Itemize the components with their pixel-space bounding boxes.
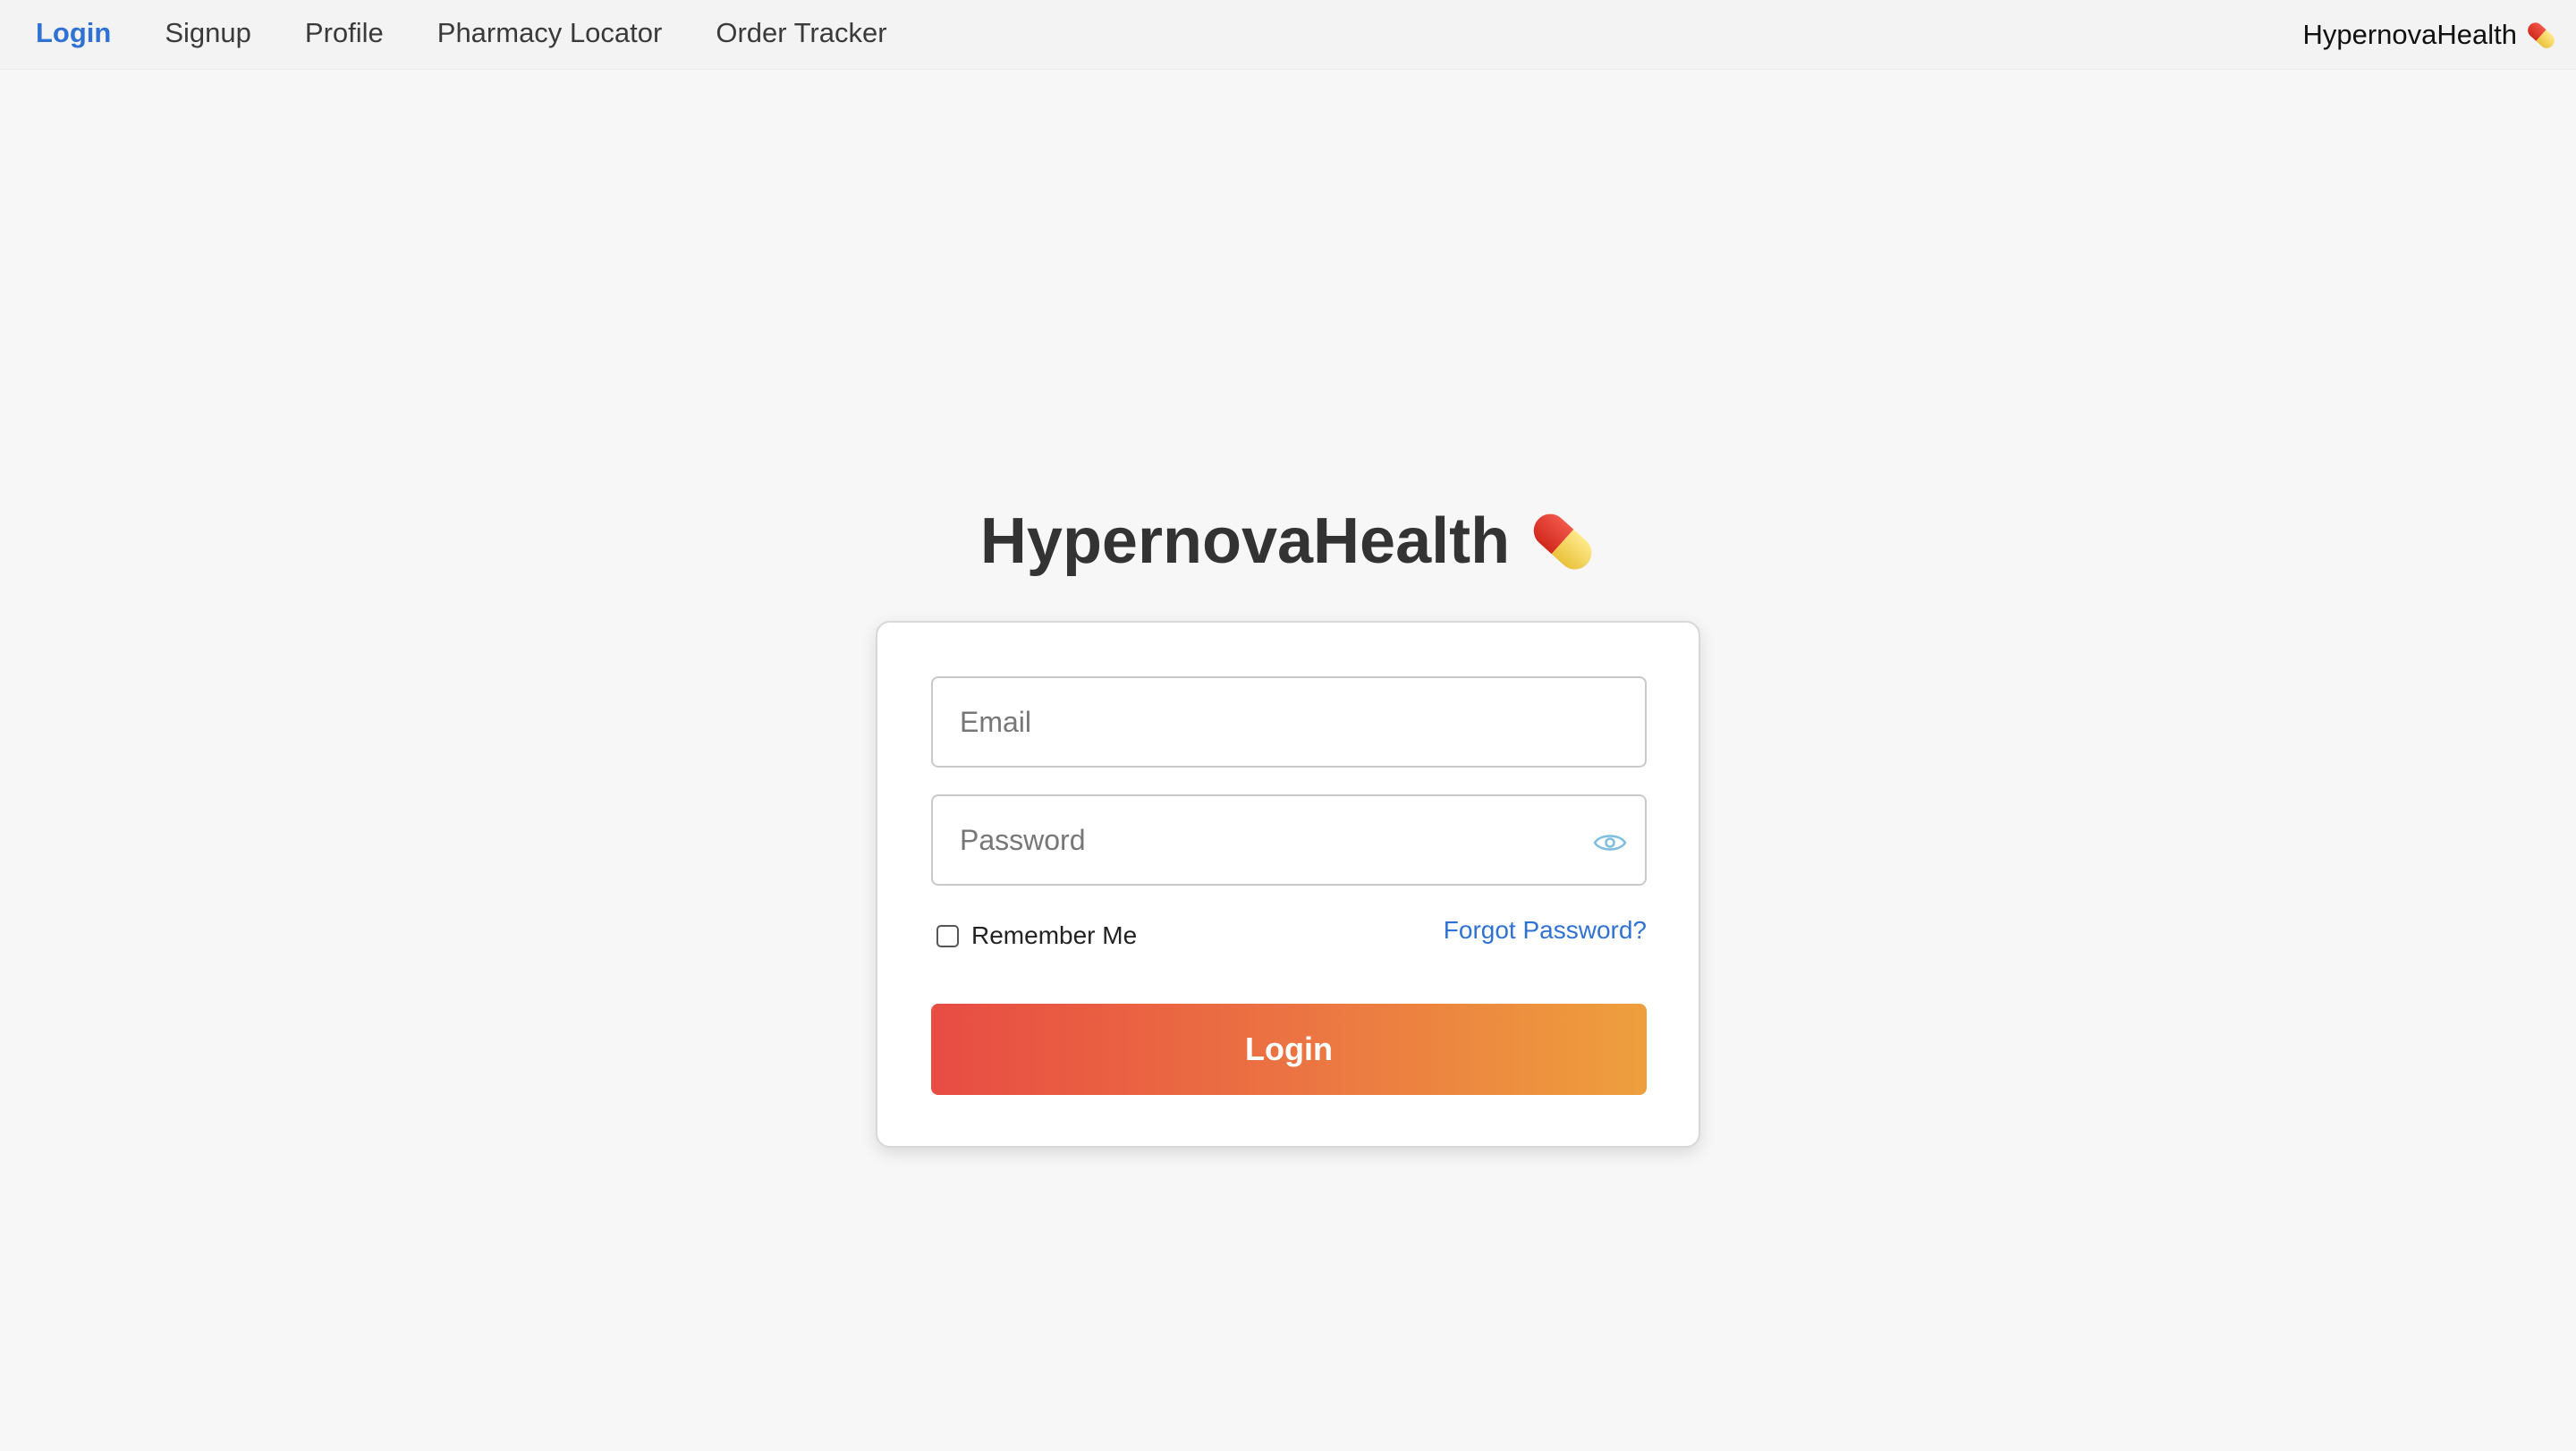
nav-link-pharmacy-locator[interactable]: Pharmacy Locator bbox=[437, 17, 663, 49]
remember-me-checkbox[interactable] bbox=[936, 924, 959, 947]
page-title-text: HypernovaHealth bbox=[979, 505, 1511, 577]
top-nav: Login Signup Profile Pharmacy Locator Or… bbox=[0, 0, 2576, 70]
login-button[interactable]: Login bbox=[931, 1004, 1647, 1095]
password-field-wrapper bbox=[931, 794, 1647, 886]
email-field[interactable] bbox=[933, 678, 1645, 766]
nav-brand-name: HypernovaHealth bbox=[2302, 19, 2517, 50]
form-options-row: Remember Me Forgot Password? bbox=[931, 911, 1647, 955]
email-field-wrapper bbox=[931, 676, 1647, 768]
nav-link-signup[interactable]: Signup bbox=[165, 17, 251, 49]
pill-icon bbox=[2524, 19, 2558, 51]
nav-brand: HypernovaHealth bbox=[2302, 0, 2558, 70]
page-title: HypernovaHealth bbox=[0, 501, 2576, 581]
login-card: Remember Me Forgot Password? Login bbox=[876, 621, 1700, 1148]
password-field[interactable] bbox=[933, 796, 1645, 884]
forgot-password-link[interactable]: Forgot Password? bbox=[1444, 916, 1647, 945]
pill-icon bbox=[1527, 506, 1598, 576]
remember-me-label: Remember Me bbox=[971, 921, 1138, 949]
nav-link-order-tracker[interactable]: Order Tracker bbox=[716, 17, 886, 49]
nav-links: Login Signup Profile Pharmacy Locator Or… bbox=[36, 0, 941, 66]
remember-me[interactable]: Remember Me bbox=[936, 921, 1137, 950]
nav-link-profile[interactable]: Profile bbox=[305, 17, 384, 49]
nav-link-login[interactable]: Login bbox=[36, 17, 111, 49]
show-password-eye-icon[interactable] bbox=[1591, 825, 1629, 861]
